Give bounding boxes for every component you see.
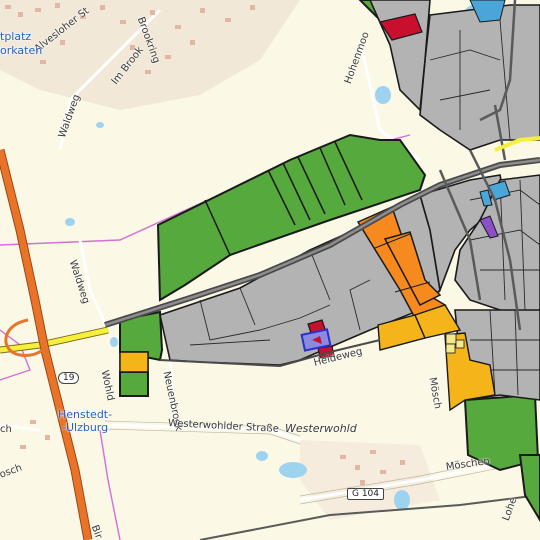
area-label-westerwohld: Westerwohld [285,422,357,435]
place-label-karten: orkaten [0,44,43,57]
route-19-shield: 19 [58,372,80,384]
place-label-ulzburg: -Ulzburg [62,421,109,434]
map-view[interactable]: 19 G 104 Alvesloher St tplatz orkaten Br… [0,0,540,540]
street-label-ch: ch [0,424,12,435]
trunk-road-fill [0,327,109,353]
place-label-henstedt: Henstedt- [58,408,113,421]
place-label-platz: tplatz [0,30,32,43]
g104-shield: G 104 [347,488,385,500]
municipal-boundary-south [99,429,121,540]
